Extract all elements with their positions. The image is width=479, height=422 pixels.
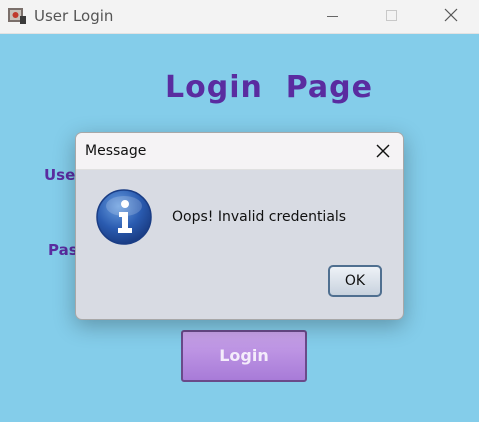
minimize-button[interactable] bbox=[309, 0, 355, 33]
dialog-title: Message bbox=[85, 143, 147, 159]
java-cup-icon bbox=[7, 6, 27, 25]
close-icon bbox=[376, 144, 390, 158]
minimize-icon bbox=[327, 16, 338, 17]
login-button[interactable]: Login bbox=[181, 330, 307, 382]
message-dialog: Message Oops! Invalid credentials OK bbox=[75, 132, 404, 320]
dialog-title-bar: Message bbox=[76, 133, 403, 170]
info-icon bbox=[95, 188, 153, 246]
page-title: Login Page bbox=[165, 70, 373, 105]
ok-button[interactable]: OK bbox=[328, 265, 382, 297]
window-title: User Login bbox=[34, 7, 114, 25]
dialog-message: Oops! Invalid credentials bbox=[172, 209, 347, 225]
maximize-icon bbox=[386, 10, 397, 21]
username-label: Use bbox=[44, 166, 76, 184]
dialog-close-button[interactable] bbox=[371, 139, 395, 163]
close-button[interactable] bbox=[427, 0, 473, 33]
login-window: User Login Login Page Use Pas Login Mess… bbox=[0, 0, 479, 422]
password-label: Pas bbox=[48, 241, 78, 259]
maximize-button[interactable] bbox=[368, 0, 414, 33]
close-icon bbox=[444, 8, 458, 22]
title-bar: User Login bbox=[0, 0, 479, 34]
